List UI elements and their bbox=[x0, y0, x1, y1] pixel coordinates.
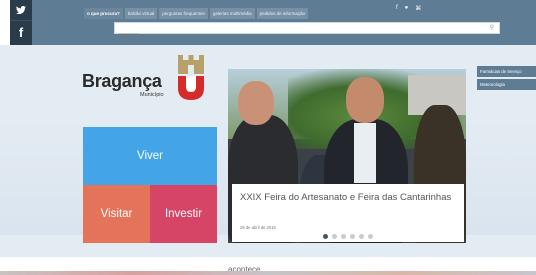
search-box: ⚲ bbox=[114, 22, 500, 40]
top-nav: o que procura? balcão virtual perguntas … bbox=[84, 8, 309, 19]
logo-name: Bragança bbox=[82, 71, 162, 91]
municipality-logo[interactable]: Bragança Município bbox=[82, 55, 210, 105]
side-links: Farmácias de Serviço Meteorologia bbox=[477, 66, 536, 92]
bottom-image-strip bbox=[0, 271, 536, 275]
facebook-icon[interactable]: f bbox=[396, 5, 398, 12]
search-input[interactable] bbox=[115, 29, 475, 40]
slide-dot[interactable] bbox=[350, 234, 355, 239]
slide-dot[interactable] bbox=[332, 234, 337, 239]
tile-investir[interactable]: Investir bbox=[150, 185, 217, 243]
facebook-icon[interactable]: f bbox=[10, 20, 32, 44]
user-icon[interactable]: ● bbox=[405, 5, 409, 12]
bottom-section: acontece bbox=[0, 257, 536, 275]
tile-viver[interactable]: Viver bbox=[83, 127, 217, 185]
search-icon[interactable]: ⚲ bbox=[490, 24, 494, 31]
tile-visitar[interactable]: Visitar bbox=[83, 185, 150, 243]
nav-perguntas-frequentes[interactable]: perguntas frequentes bbox=[159, 8, 208, 19]
photo-person-shirt bbox=[354, 123, 376, 183]
slide-dot[interactable] bbox=[368, 234, 373, 239]
slide-date: 29 de abril de 2015 bbox=[240, 225, 276, 230]
nav-o-que-procura[interactable]: o que procura? bbox=[84, 8, 123, 19]
section-tiles: Viver Visitar Investir bbox=[83, 127, 217, 243]
slide-title[interactable]: XXIX Feira do Artesanato e Feira das Can… bbox=[240, 192, 458, 203]
slide-pagination bbox=[323, 234, 373, 239]
slide-dot[interactable] bbox=[341, 234, 346, 239]
top-bar: o que procura? balcão virtual perguntas … bbox=[32, 0, 536, 45]
nav-balcao-virtual[interactable]: balcão virtual bbox=[124, 8, 158, 19]
slide-dot[interactable] bbox=[359, 234, 364, 239]
slide-dot[interactable] bbox=[323, 234, 328, 239]
link-meteorologia[interactable]: Meteorologia bbox=[477, 79, 536, 90]
photo-person-head bbox=[238, 81, 274, 125]
top-icons: f ● ⌘ bbox=[396, 5, 421, 12]
twitter-icon[interactable] bbox=[10, 0, 32, 20]
logo-subtitle: Município bbox=[140, 92, 164, 98]
rss-icon[interactable]: ⌘ bbox=[415, 5, 421, 12]
photo-person-head bbox=[346, 77, 384, 123]
nav-pedidos-de-informacao[interactable]: pedidos de informação bbox=[256, 8, 309, 19]
crest-icon bbox=[178, 55, 204, 100]
link-farmacias-de-servico[interactable]: Farmácias de Serviço bbox=[477, 66, 536, 77]
nav-galerias-multimedia[interactable]: galerias multimédia bbox=[209, 8, 255, 19]
